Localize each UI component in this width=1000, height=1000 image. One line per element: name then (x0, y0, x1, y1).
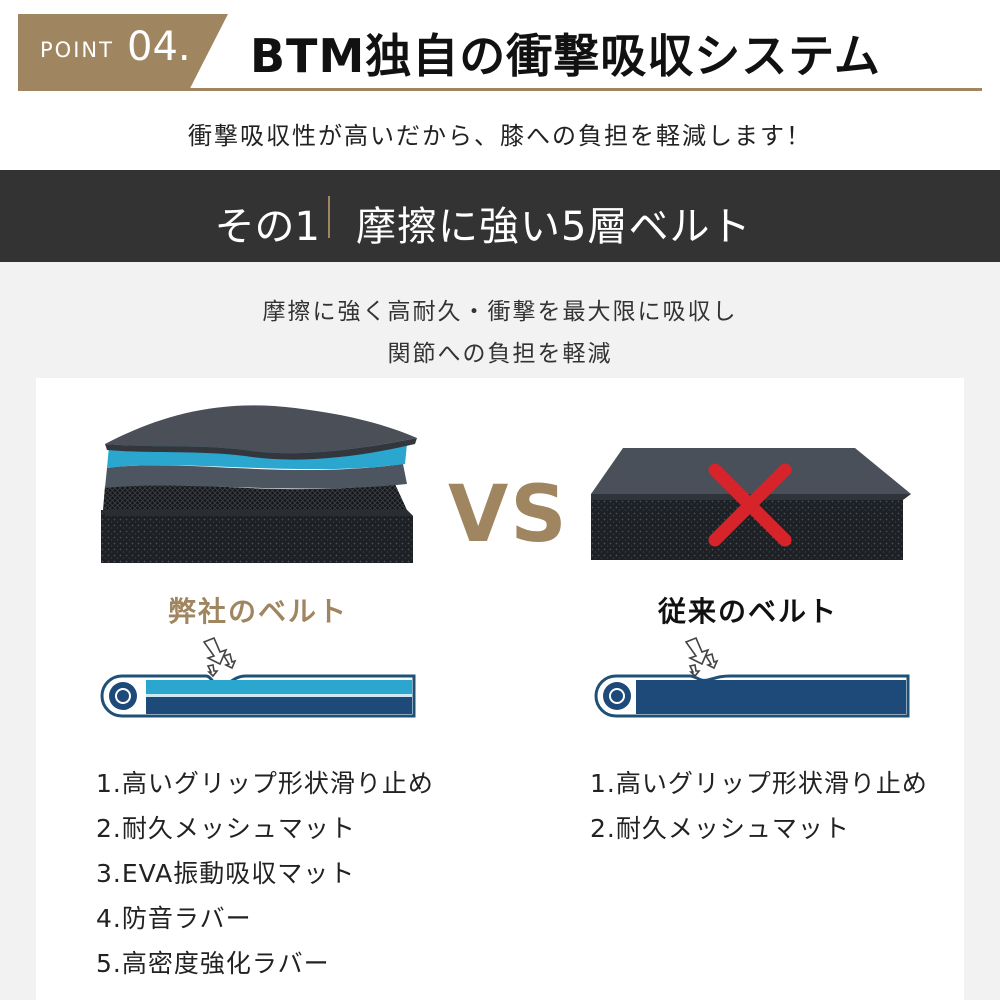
our-belt-layer-list: 1.高いグリップ形状滑り止め 2.耐久メッシュマット 3.EVA振動吸収マット … (96, 764, 434, 989)
page-title: BTM独自の衝撃吸収システム (250, 29, 881, 83)
list-item: 1.高いグリップ形状滑り止め (590, 769, 928, 798)
our-belt-layers-image (101, 405, 417, 563)
impact-arrows-icon (202, 636, 237, 678)
section-number: その1 (214, 204, 320, 250)
cross-mark-icon (708, 463, 792, 547)
list-item: 1.高いグリップ形状滑り止め (96, 769, 434, 798)
description-line-1: 摩擦に強く高耐久・衝撃を最大限に吸収し (262, 299, 738, 325)
description-line-2: 関節への負担を軽減 (387, 341, 613, 367)
conventional-belt-layer-list: 1.高いグリップ形状滑り止め 2.耐久メッシュマット (590, 764, 928, 854)
band-separator (328, 196, 330, 238)
our-belt-diagram (100, 636, 416, 718)
conventional-belt-title: 従来のベルト (658, 595, 839, 628)
list-item: 2.耐久メッシュマット (96, 814, 356, 843)
point-label: POINT (40, 38, 114, 62)
conventional-belt-diagram (594, 636, 910, 718)
section-band: その1 摩擦に強い5層ベルト (0, 170, 1000, 262)
list-item: 5.高密度強化ラバー (96, 949, 330, 978)
section-title: 摩擦に強い5層ベルト (356, 204, 752, 250)
our-belt-title: 弊社のベルト (168, 595, 349, 628)
point-number: 04. (127, 24, 191, 70)
sub-headline: 衝撃吸収性が高いだから、膝への負担を軽減します！ (188, 122, 812, 150)
header: POINT 04. BTM独自の衝撃吸収システム (0, 0, 1000, 100)
vs-label: VS (448, 470, 569, 560)
list-item: 4.防音ラバー (96, 904, 252, 933)
header-divider (18, 88, 982, 91)
list-item: 2.耐久メッシュマット (590, 814, 850, 843)
list-item: 3.EVA振動吸収マット (96, 859, 356, 888)
